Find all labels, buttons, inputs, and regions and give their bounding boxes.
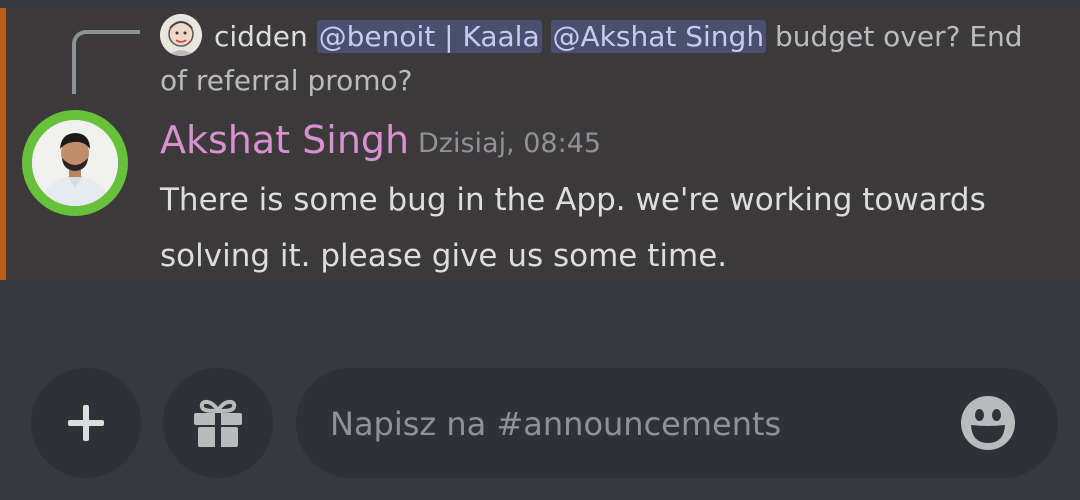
reply-author[interactable]: cidden [214, 20, 308, 53]
mention-akshat[interactable]: @Akshat Singh [550, 20, 767, 53]
reply-preview[interactable]: cidden @benoit | Kaala @Akshat Singh bud… [160, 15, 1040, 103]
avatar-image [32, 120, 118, 206]
message-author[interactable]: Akshat Singh [160, 118, 409, 162]
add-attachment-button[interactable] [31, 368, 141, 478]
message-timestamp: Dzisiaj, 08:45 [418, 128, 602, 159]
emoji-icon[interactable] [960, 395, 1016, 451]
message-input[interactable]: Napisz na #announcements [296, 368, 1058, 478]
message-input-placeholder: Napisz na #announcements [330, 405, 782, 443]
avatar[interactable] [32, 120, 118, 206]
message-content: There is some bug in the App. we're work… [160, 172, 1040, 284]
gift-button[interactable] [163, 368, 273, 478]
reply-connector [72, 30, 140, 94]
gift-icon [194, 399, 242, 447]
mention-benoit[interactable]: @benoit | Kaala [316, 20, 542, 53]
message-line: solving it. please give us some time. [160, 238, 728, 274]
message-line: There is some bug in the App. we're work… [160, 182, 986, 218]
top-strip [0, 0, 1080, 8]
plus-icon [68, 405, 104, 441]
